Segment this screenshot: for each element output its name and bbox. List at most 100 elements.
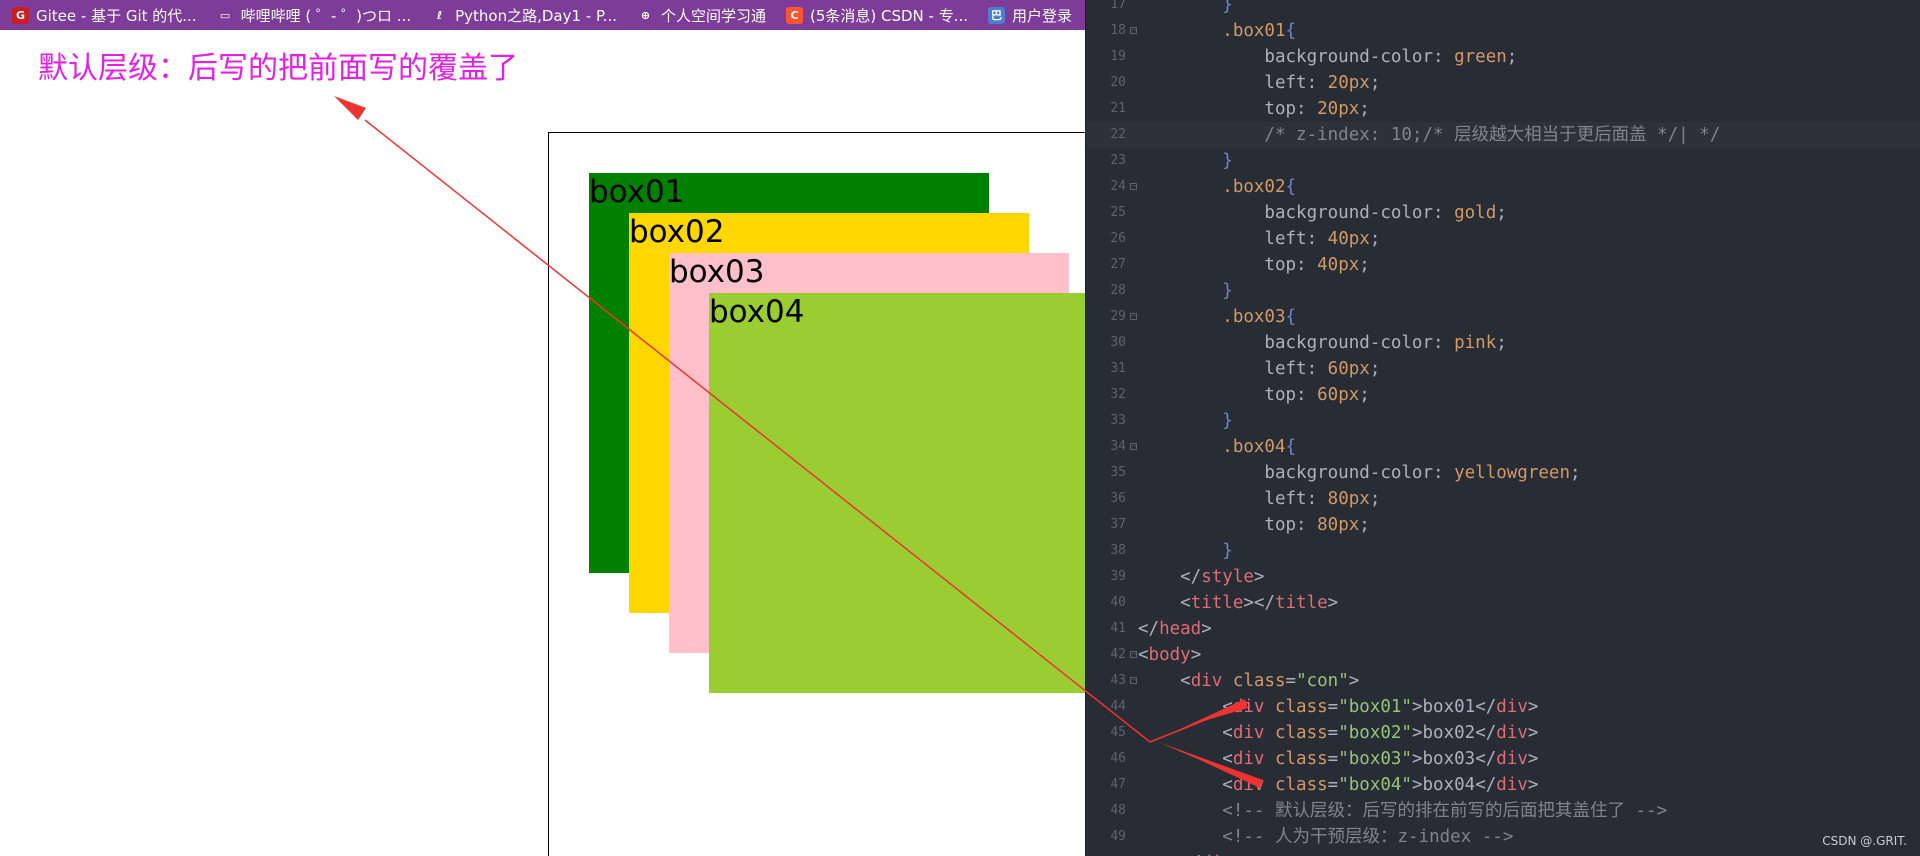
code-text: } bbox=[1138, 411, 1233, 431]
code-text: <body> bbox=[1138, 645, 1202, 665]
code-line[interactable]: 49 <!-- 人为干预层级：z-index --> bbox=[1086, 824, 1920, 850]
bookmark-label: Gitee - 基于 Git 的代... bbox=[36, 6, 197, 25]
code-text: <div class="con"> bbox=[1138, 671, 1360, 691]
code-text: <div class="box01">box01</div> bbox=[1138, 697, 1539, 717]
code-line[interactable]: 41 </head> bbox=[1086, 616, 1920, 642]
bookmark-5[interactable]: C (5条消息) CSDN - 专... bbox=[774, 0, 976, 30]
code-line[interactable]: 46 <div class="box03">box03</div> bbox=[1086, 746, 1920, 772]
line-number: 42 bbox=[1110, 647, 1126, 662]
code-text: } bbox=[1138, 281, 1233, 301]
fold-icon[interactable]: − bbox=[1130, 443, 1137, 450]
bookmark-label: Python之路,Day1 - P... bbox=[455, 6, 617, 25]
code-line[interactable]: 22 /* z-index: 10;/* 层级越大相当于更后面盖 */| */ bbox=[1086, 122, 1920, 148]
bookmark-1[interactable]: G Gitee - 基于 Git 的代... bbox=[0, 0, 205, 30]
container-con: box01 box02 box03 box04 bbox=[548, 132, 1085, 856]
bookmark-3[interactable]: ℓ Python之路,Day1 - P... bbox=[419, 0, 625, 30]
code-line[interactable]: 42− <body> bbox=[1086, 642, 1920, 668]
fold-icon[interactable]: − bbox=[1130, 313, 1137, 320]
line-number: 32 bbox=[1110, 387, 1126, 402]
code-line[interactable]: 36 left: 80px; bbox=[1086, 486, 1920, 512]
code-text: top: 80px; bbox=[1138, 515, 1370, 535]
code-line[interactable]: 29− .box03{ bbox=[1086, 304, 1920, 330]
code-line[interactable]: 34− .box04{ bbox=[1086, 434, 1920, 460]
code-text: top: 20px; bbox=[1138, 99, 1370, 119]
line-number: 47 bbox=[1110, 777, 1126, 792]
code-text: left: 80px; bbox=[1138, 489, 1381, 509]
code-text: background-color: green; bbox=[1138, 47, 1518, 67]
code-line[interactable]: 35 background-color: yellowgreen; bbox=[1086, 460, 1920, 486]
code-line[interactable]: 38 } bbox=[1086, 538, 1920, 564]
code-line[interactable]: 31 left: 60px; bbox=[1086, 356, 1920, 382]
page-heading: 默认层级：后写的把前面写的覆盖了 bbox=[38, 51, 518, 86]
globe-icon: ⊕ bbox=[636, 6, 654, 24]
bookmark-2[interactable]: ▭ 哔哩哔哩 ( ゜- ゜)つロ ... bbox=[205, 0, 420, 30]
code-line[interactable]: 26 left: 40px; bbox=[1086, 226, 1920, 252]
code-line[interactable]: 44 <div class="box01">box01</div> bbox=[1086, 694, 1920, 720]
line-number: 26 bbox=[1110, 231, 1126, 246]
code-text: <title></title> bbox=[1138, 593, 1339, 613]
code-line[interactable]: 32 top: 60px; bbox=[1086, 382, 1920, 408]
login-icon: 巴 bbox=[988, 6, 1006, 24]
line-number: 23 bbox=[1110, 153, 1126, 168]
code-line[interactable]: 21 top: 20px; bbox=[1086, 96, 1920, 122]
bookmarks-bar: G Gitee - 基于 Git 的代... ▭ 哔哩哔哩 ( ゜- ゜)つロ ...… bbox=[0, 0, 1085, 30]
line-number: 39 bbox=[1110, 569, 1126, 584]
fold-icon[interactable]: − bbox=[1130, 651, 1137, 658]
code-line[interactable]: 39 </style> bbox=[1086, 564, 1920, 590]
line-number: 19 bbox=[1110, 49, 1126, 64]
code-line[interactable]: 24− .box02{ bbox=[1086, 174, 1920, 200]
bookmark-6[interactable]: 巴用户登录 bbox=[976, 0, 1080, 30]
code-text: .box02{ bbox=[1138, 177, 1297, 197]
line-number: 35 bbox=[1110, 465, 1126, 480]
line-number: 20 bbox=[1110, 75, 1126, 90]
line-number: 21 bbox=[1110, 101, 1126, 116]
code-text: left: 60px; bbox=[1138, 359, 1381, 379]
fold-icon[interactable]: − bbox=[1130, 27, 1137, 34]
code-text: </style> bbox=[1138, 567, 1265, 587]
code-text: left: 20px; bbox=[1138, 73, 1381, 93]
fold-icon[interactable]: − bbox=[1130, 183, 1137, 190]
line-number: 49 bbox=[1110, 829, 1126, 844]
bilibili-icon: ▭ bbox=[216, 6, 234, 24]
line-number: 44 bbox=[1110, 699, 1126, 714]
code-text: top: 40px; bbox=[1138, 255, 1370, 275]
code-line[interactable]: 20 left: 20px; bbox=[1086, 70, 1920, 96]
code-line[interactable]: 43− <div class="con"> bbox=[1086, 668, 1920, 694]
line-number: 29 bbox=[1110, 309, 1126, 324]
code-line[interactable]: 30 background-color: pink; bbox=[1086, 330, 1920, 356]
code-text: .box03{ bbox=[1138, 307, 1297, 327]
code-line[interactable]: 50 </div> bbox=[1086, 850, 1920, 856]
code-line[interactable]: 27 top: 40px; bbox=[1086, 252, 1920, 278]
line-number: 38 bbox=[1110, 543, 1126, 558]
code-line[interactable]: 40 <title></title> bbox=[1086, 590, 1920, 616]
code-text: background-color: pink; bbox=[1138, 333, 1507, 353]
bookmark-label: (5条消息) CSDN - 专... bbox=[810, 6, 969, 25]
code-text: .box04{ bbox=[1138, 437, 1297, 457]
line-number: 30 bbox=[1110, 335, 1126, 350]
line-number: 48 bbox=[1110, 803, 1126, 818]
python-icon: ℓ bbox=[431, 6, 449, 24]
line-number: 34 bbox=[1110, 439, 1126, 454]
code-line[interactable]: 23 } bbox=[1086, 148, 1920, 174]
code-line[interactable]: 18− .box01{ bbox=[1086, 18, 1920, 44]
code-line[interactable]: 45 <div class="box02">box02</div> bbox=[1086, 720, 1920, 746]
line-number: 36 bbox=[1110, 491, 1126, 506]
line-number: 24 bbox=[1110, 179, 1126, 194]
bookmark-label: 用户登录 bbox=[1012, 6, 1073, 25]
code-line[interactable]: 19 background-color: green; bbox=[1086, 44, 1920, 70]
code-line[interactable]: 48 <!-- 默认层级：后写的排在前写的后面把其盖住了 --> bbox=[1086, 798, 1920, 824]
code-text: background-color: yellowgreen; bbox=[1138, 463, 1581, 483]
fold-icon[interactable]: − bbox=[1130, 677, 1137, 684]
code-line[interactable]: 37 top: 80px; bbox=[1086, 512, 1920, 538]
code-line[interactable]: 33 } bbox=[1086, 408, 1920, 434]
code-text: background-color: gold; bbox=[1138, 203, 1507, 223]
code-text: </div> bbox=[1138, 850, 1243, 856]
bookmark-4[interactable]: ⊕ 个人空间学习通 bbox=[625, 0, 774, 30]
code-text: <div class="box04">box04</div> bbox=[1138, 775, 1539, 795]
code-line[interactable]: 17 } bbox=[1086, 0, 1920, 18]
code-line[interactable]: 25 background-color: gold; bbox=[1086, 200, 1920, 226]
code-editor[interactable]: CSDN @.GRIT. 17 } 18− .box01{19 backgroun… bbox=[1085, 0, 1920, 856]
code-line[interactable]: 47 <div class="box04">box04</div> bbox=[1086, 772, 1920, 798]
line-number: 40 bbox=[1110, 595, 1126, 610]
code-line[interactable]: 28 } bbox=[1086, 278, 1920, 304]
